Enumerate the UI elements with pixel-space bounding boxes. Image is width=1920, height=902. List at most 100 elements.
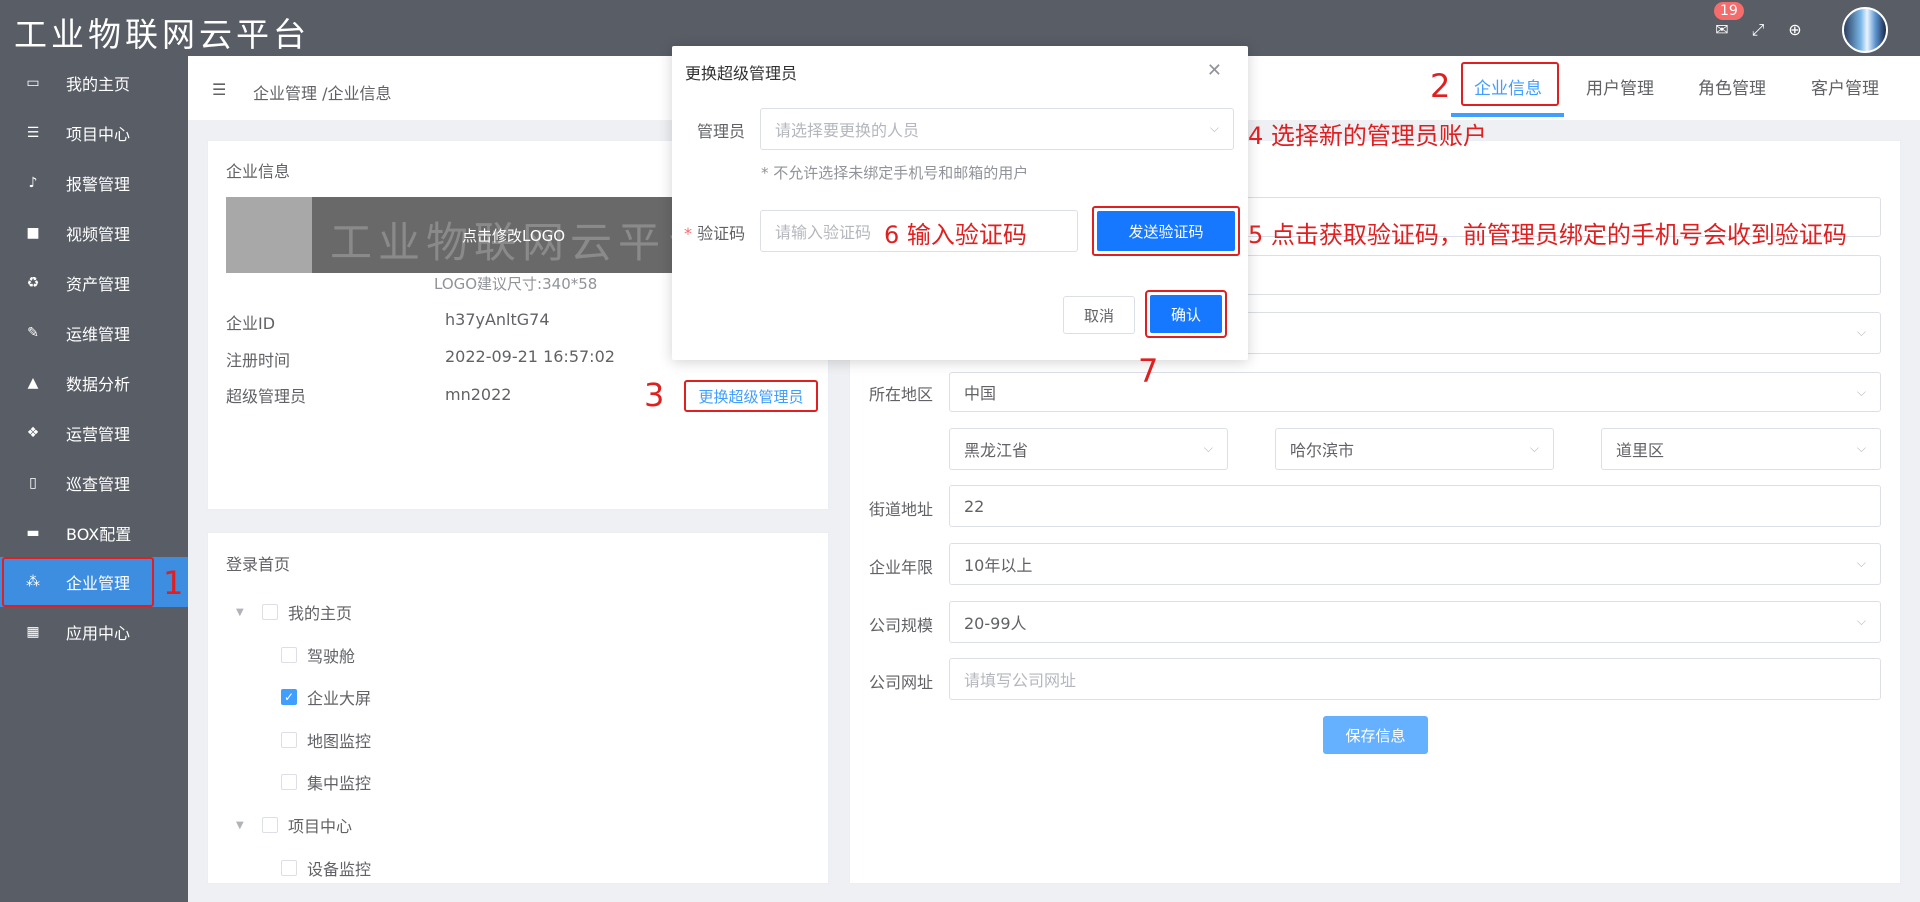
logo-click-text: 点击修改LOGO xyxy=(462,227,566,245)
chevron-down-icon: ⌵ xyxy=(1203,441,1213,455)
tree-node-label: 集中监控 xyxy=(307,774,372,793)
cancel-button[interactable]: 取消 xyxy=(1063,296,1135,334)
district-select[interactable]: 道里区 ⌵ xyxy=(1601,428,1881,470)
sidebar-item-apps[interactable]: ▦ 应用中心 xyxy=(0,607,188,657)
years-select[interactable]: 10年以上 ⌵ xyxy=(949,543,1881,585)
tree-node[interactable]: ▼ 项目中心 xyxy=(236,813,352,837)
checkbox[interactable] xyxy=(262,604,278,620)
years-label: 企业年限 xyxy=(869,558,934,577)
sidebar-item-label: 我的主页 xyxy=(66,75,131,94)
province-value: 黑龙江省 xyxy=(964,441,1029,460)
size-select[interactable]: 20-99人 ⌵ xyxy=(949,601,1881,643)
chevron-down-icon: ⌵ xyxy=(1209,121,1219,135)
tree-node[interactable]: 集中监控 xyxy=(281,770,371,794)
confirm-button[interactable]: 确认 xyxy=(1145,290,1227,338)
close-icon[interactable]: ✕ xyxy=(1207,60,1222,81)
tree-node[interactable]: ▼ 我的主页 xyxy=(236,600,352,624)
sidebar-item-inspection[interactable]: ▯ 巡查管理 xyxy=(0,458,188,508)
street-input[interactable]: 22 xyxy=(949,485,1881,527)
file-icon: ▯ xyxy=(29,475,37,491)
tree-node[interactable]: ✓ 企业大屏 xyxy=(281,685,371,709)
tree-node-label: 项目中心 xyxy=(288,817,353,836)
province-select[interactable]: 黑龙江省 ⌵ xyxy=(949,428,1228,470)
tree-node[interactable]: 地图监控 xyxy=(281,728,371,752)
register-time-label: 注册时间 xyxy=(226,351,291,370)
sidebar-item-label: 巡查管理 xyxy=(66,475,131,494)
list-icon: ☰ xyxy=(26,125,40,141)
register-time-value: 2022-09-21 16:57:02 xyxy=(445,347,615,366)
chevron-down-icon: ⌵ xyxy=(1856,441,1866,455)
size-label: 公司规模 xyxy=(869,616,934,635)
chevron-down-icon: ⌵ xyxy=(1856,385,1866,399)
send-code-button[interactable]: 发送验证码 xyxy=(1092,206,1240,256)
annotation-3: 3 xyxy=(644,376,665,414)
cubes-icon: ❖ xyxy=(26,425,40,441)
bell-icon: ♪ xyxy=(28,175,38,191)
website-label: 公司网址 xyxy=(869,673,934,692)
annotation-7: 7 xyxy=(1138,352,1159,390)
caret-down-icon[interactable]: ▼ xyxy=(236,607,250,618)
sidebar-item-alarms[interactable]: ♪ 报警管理 xyxy=(0,158,188,208)
sidebar-item-home[interactable]: ▭ 我的主页 xyxy=(0,58,188,108)
annotation-5: 5 点击获取验证码，前管理员绑定的手机号会收到验证码 xyxy=(1248,221,1847,249)
checkbox-checked[interactable]: ✓ xyxy=(281,689,297,705)
tree-node[interactable]: 驾驶舱 xyxy=(281,643,355,667)
change-admin-link[interactable]: 更换超级管理员 xyxy=(684,380,818,412)
code-label-text: 验证码 xyxy=(697,224,746,243)
admin-label: 管理员 xyxy=(697,122,746,141)
laptop-icon: ▭ xyxy=(26,75,40,91)
avatar[interactable] xyxy=(1842,7,1888,53)
checkbox[interactable] xyxy=(281,732,297,748)
notification-badge: 19 xyxy=(1714,2,1744,20)
street-value: 22 xyxy=(964,496,985,516)
tree-node-label: 企业大屏 xyxy=(307,689,372,708)
chevron-down-icon: ⌵ xyxy=(1856,325,1866,339)
sidebar-item-video[interactable]: ■ 视频管理 xyxy=(0,208,188,258)
annotation-1: 1 xyxy=(163,564,184,602)
chevron-down-icon: ⌵ xyxy=(1856,556,1866,570)
annotation-2: 2 xyxy=(1430,67,1451,105)
menu-fold-icon[interactable]: ☰ xyxy=(212,80,226,99)
dialog-title: 更换超级管理员 xyxy=(685,64,798,83)
checkbox[interactable] xyxy=(262,817,278,833)
checkbox[interactable] xyxy=(281,647,297,663)
mail-icon[interactable]: ✉ xyxy=(1713,20,1731,39)
website-placeholder: 请填写公司网址 xyxy=(964,671,1077,690)
checkbox[interactable] xyxy=(281,860,297,876)
tab-customers[interactable]: 客户管理 xyxy=(1811,74,1879,99)
city-value: 哈尔滨市 xyxy=(1290,441,1355,460)
sidebar-item-analytics[interactable]: ▲ 数据分析 xyxy=(0,358,188,408)
admin-tip: * 不允许选择未绑定手机号和邮箱的用户 xyxy=(761,164,1029,182)
annotation-4: 4 选择新的管理员账户 xyxy=(1248,122,1487,150)
logo-placeholder xyxy=(226,197,312,273)
fullscreen-icon[interactable]: ⤢ xyxy=(1749,20,1767,40)
tab-roles[interactable]: 角色管理 xyxy=(1698,74,1766,99)
tree-node-label: 地图监控 xyxy=(307,732,372,751)
country-select[interactable]: 中国 ⌵ xyxy=(949,372,1881,412)
company-card-title: 企业信息 xyxy=(226,162,291,181)
save-button[interactable]: 保存信息 xyxy=(1323,716,1428,754)
tree-node-label: 驾驶舱 xyxy=(307,647,356,666)
sidebar-item-maintenance[interactable]: ✎ 运维管理 xyxy=(0,308,188,358)
admin-select[interactable]: 请选择要更换的人员 ⌵ xyxy=(760,108,1234,150)
tree-node[interactable]: 设备监控 xyxy=(281,856,371,880)
sidebar-item-label: 运营管理 xyxy=(66,425,131,444)
tab-users[interactable]: 用户管理 xyxy=(1586,74,1654,99)
sidebar-item-box-config[interactable]: ▬ BOX配置 xyxy=(0,508,188,558)
checkbox[interactable] xyxy=(281,774,297,790)
caret-down-icon[interactable]: ▼ xyxy=(236,820,250,831)
login-card-title: 登录首页 xyxy=(226,555,291,574)
globe-icon[interactable]: ⊕ xyxy=(1786,20,1804,39)
region-label: 所在地区 xyxy=(869,385,934,404)
sidebar-item-operations[interactable]: ❖ 运营管理 xyxy=(0,408,188,458)
sidebar-item-label: 数据分析 xyxy=(66,375,131,394)
wrench-icon: ✎ xyxy=(27,325,39,341)
chevron-down-icon: ⌵ xyxy=(1856,614,1866,628)
logo-upload[interactable]: 工业物联网云平台 点击修改LOGO xyxy=(226,197,682,273)
years-value: 10年以上 xyxy=(964,556,1033,575)
city-select[interactable]: 哈尔滨市 ⌵ xyxy=(1275,428,1554,470)
website-input[interactable]: 请填写公司网址 xyxy=(949,658,1881,700)
sidebar-item-assets[interactable]: ♻ 资产管理 xyxy=(0,258,188,308)
super-admin-value: mn2022 xyxy=(445,385,512,404)
sidebar-item-projects[interactable]: ☰ 项目中心 xyxy=(0,108,188,158)
